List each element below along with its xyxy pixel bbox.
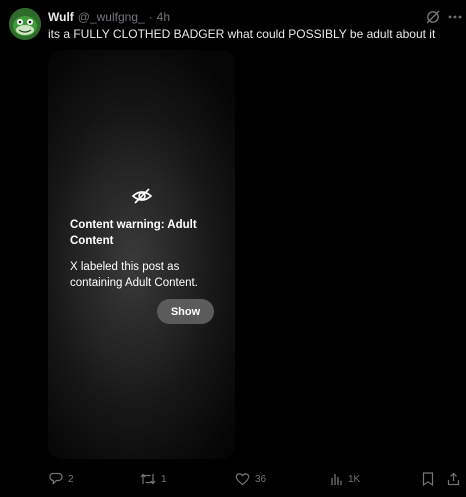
- post-text: its a FULLY CLOTHED BADGER what could PO…: [48, 27, 436, 41]
- post-header: Wulf @_wulfgng_ · 4h: [48, 9, 170, 25]
- repost-button[interactable]: 1: [140, 470, 167, 488]
- bookmark-icon: [422, 472, 434, 486]
- sensitive-media-warning: Content warning: Adult Content X labeled…: [48, 50, 235, 459]
- like-count: 36: [255, 473, 267, 485]
- separator-dot: ·: [148, 10, 153, 24]
- share-icon: [447, 472, 460, 486]
- analytics-icon: [331, 473, 342, 485]
- reply-icon: [49, 472, 63, 485]
- reply-button[interactable]: 2: [49, 470, 74, 488]
- view-count: 1K: [348, 473, 361, 485]
- repost-icon: [140, 473, 156, 485]
- views-button[interactable]: 1K: [330, 470, 360, 488]
- post[interactable]: Wulf @_wulfgng_ · 4h its a FULLY CLOTHED…: [0, 0, 466, 497]
- warning-body: X labeled this post as containing Adult …: [70, 261, 198, 289]
- author-display-name[interactable]: Wulf: [48, 10, 74, 24]
- share-button[interactable]: [447, 470, 460, 488]
- author-handle[interactable]: @_wulfgng_: [78, 10, 145, 24]
- grok-icon[interactable]: [424, 8, 442, 26]
- eye-slash-icon: [131, 187, 153, 205]
- more-options-icon[interactable]: [447, 8, 463, 26]
- action-bar: 2 1 36 1K: [0, 470, 466, 488]
- avatar[interactable]: [9, 8, 41, 40]
- warning-title: Content warning: Adult Content: [70, 219, 197, 247]
- post-time[interactable]: 4h: [157, 10, 170, 24]
- heart-icon: [235, 473, 250, 486]
- reply-count: 2: [68, 473, 74, 485]
- like-button[interactable]: 36: [235, 470, 266, 488]
- bookmark-button[interactable]: [422, 470, 434, 488]
- show-button[interactable]: Show: [157, 299, 214, 324]
- repost-count: 1: [161, 473, 167, 485]
